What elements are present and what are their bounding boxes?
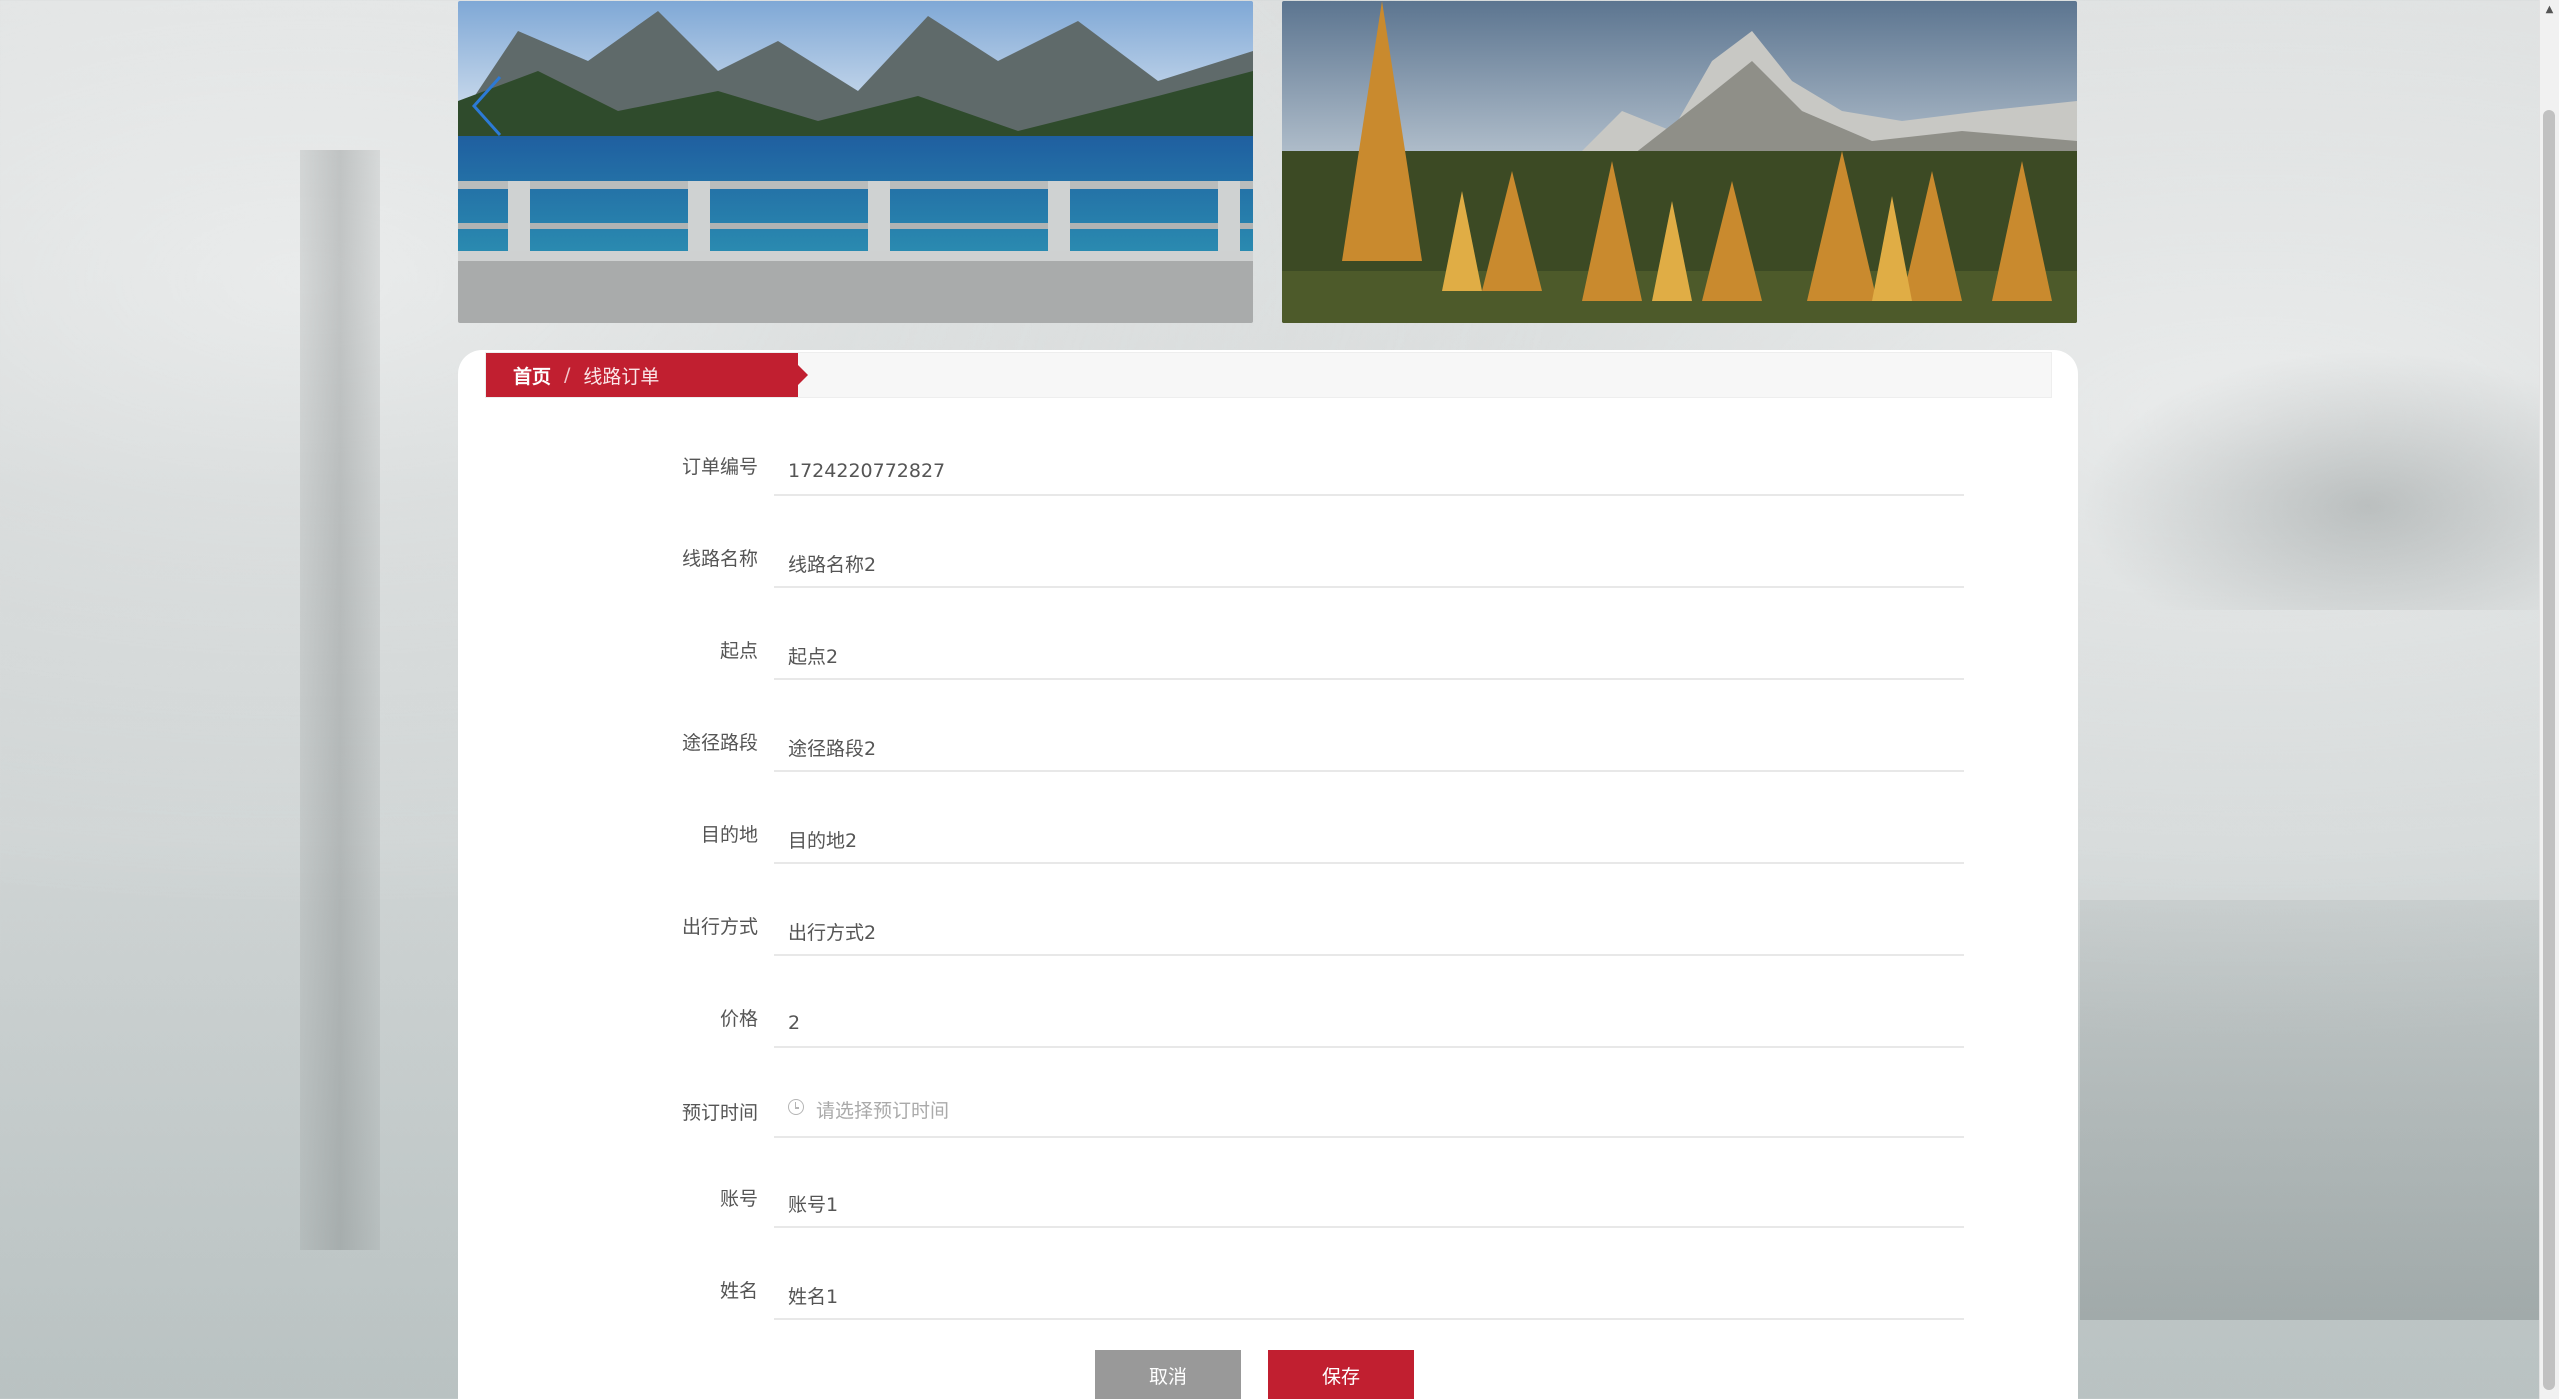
- price-input[interactable]: [774, 990, 1964, 1048]
- price-label: 价格: [719, 1008, 758, 1030]
- form-row-travel-mode: 出行方式: [458, 898, 2078, 968]
- breadcrumb-separator: /: [564, 364, 571, 386]
- order-form-card: 首页 / 线路订单 订单编号 线路名称 起点 途径路段 目的地 出行方式 价格 …: [458, 350, 2078, 1399]
- route-name-label: 线路名称: [681, 548, 758, 570]
- autumn-mountain-image: [1282, 1, 2077, 323]
- breadcrumb-bar: 首页 / 线路订单: [485, 352, 2052, 398]
- form-row-start: 起点: [458, 622, 2078, 692]
- booking-time-picker[interactable]: [774, 1080, 1964, 1138]
- page-scrollbar[interactable]: ▲: [2539, 0, 2559, 1399]
- banner-slide-mountain[interactable]: [1282, 1, 2077, 323]
- banner-slide-lake[interactable]: [458, 1, 1253, 323]
- travel-mode-input[interactable]: [774, 898, 1964, 956]
- breadcrumb-current: 线路订单: [583, 365, 660, 388]
- form-row-destination: 目的地: [458, 806, 2078, 876]
- banner-carousel: [458, 0, 2078, 325]
- breadcrumb: 首页 / 线路订单: [486, 353, 808, 397]
- save-button[interactable]: 保存: [1268, 1350, 1414, 1399]
- form-row-name: 姓名: [458, 1262, 2078, 1332]
- form-row-order-no: 订单编号: [458, 438, 2078, 508]
- chevron-left-icon: [471, 75, 502, 137]
- start-input[interactable]: [774, 622, 1964, 680]
- background-pillar: [300, 150, 380, 1250]
- booking-time-label: 预订时间: [681, 1102, 758, 1124]
- clock-icon: [788, 1099, 804, 1115]
- form-row-route-name: 线路名称: [458, 530, 2078, 600]
- account-label: 账号: [719, 1188, 758, 1210]
- form-row-account: 账号: [458, 1170, 2078, 1240]
- scroll-up-arrow-icon[interactable]: ▲: [2540, 0, 2559, 18]
- route-name-input[interactable]: [774, 530, 1964, 588]
- lake-bridge-image: [458, 1, 1253, 323]
- name-label: 姓名: [719, 1280, 758, 1302]
- banner-prev-button[interactable]: [468, 71, 508, 141]
- account-input[interactable]: [774, 1170, 1964, 1228]
- breadcrumb-home-link[interactable]: 首页: [513, 362, 551, 389]
- destination-label: 目的地: [700, 824, 758, 846]
- start-label: 起点: [719, 640, 758, 662]
- background-roof: [2080, 350, 2559, 610]
- via-label: 途径路段: [681, 732, 758, 754]
- background-railing: [2080, 900, 2559, 1320]
- destination-input[interactable]: [774, 806, 1964, 864]
- travel-mode-label: 出行方式: [681, 916, 758, 938]
- form-row-booking-time: 预订时间: [458, 1080, 2078, 1150]
- form-row-via: 途径路段: [458, 714, 2078, 784]
- name-input[interactable]: [774, 1262, 1964, 1320]
- via-input[interactable]: [774, 714, 1964, 772]
- cancel-button[interactable]: 取消: [1095, 1350, 1241, 1399]
- order-no-label: 订单编号: [681, 456, 758, 478]
- booking-time-input[interactable]: [804, 1080, 1954, 1136]
- scroll-thumb[interactable]: [2543, 110, 2555, 1390]
- form-row-price: 价格: [458, 990, 2078, 1060]
- order-no-input[interactable]: [774, 438, 1964, 496]
